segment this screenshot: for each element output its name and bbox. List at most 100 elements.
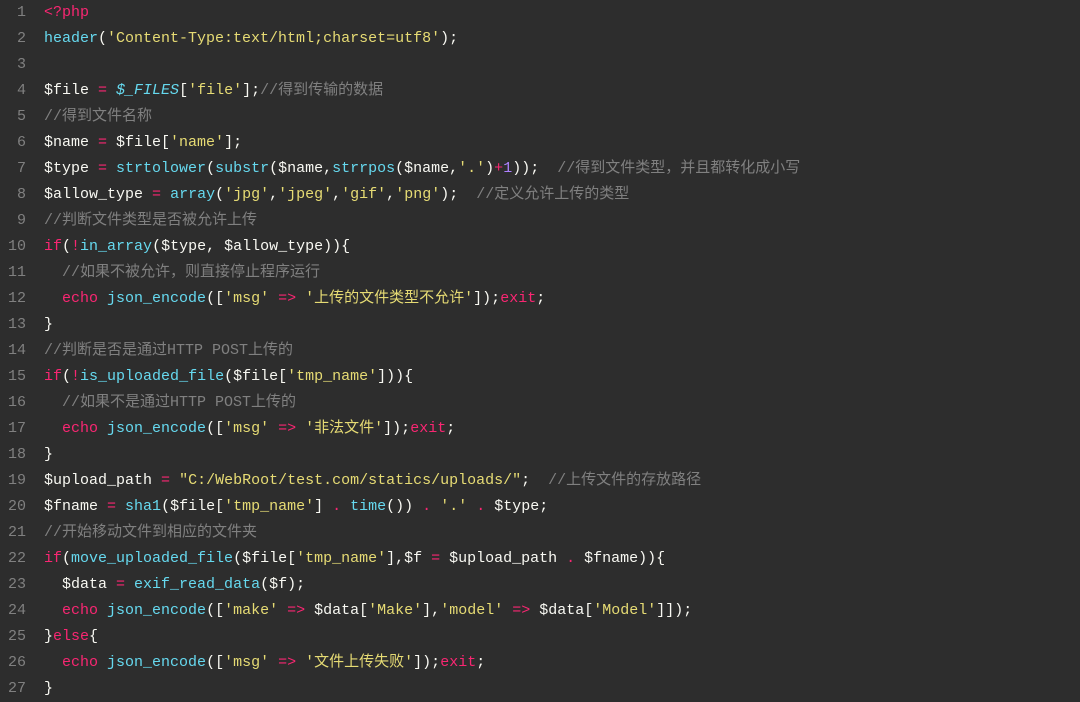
token-var <box>107 82 116 99</box>
token-var <box>44 654 62 671</box>
token-cmt: //定义允许上传的类型 <box>476 186 629 203</box>
code-line[interactable]: } <box>44 676 1080 702</box>
code-line[interactable]: //判断文件类型是否被允许上传 <box>44 208 1080 234</box>
code-line[interactable]: //如果不被允许，则直接停止程序运行 <box>44 260 1080 286</box>
token-var <box>296 654 305 671</box>
token-var <box>161 186 170 203</box>
token-punc: { <box>89 628 98 645</box>
code-line[interactable]: if(move_uploaded_file($file['tmp_name'],… <box>44 546 1080 572</box>
code-line[interactable]: //得到文件名称 <box>44 104 1080 130</box>
token-var <box>98 602 107 619</box>
token-punc: , <box>386 186 395 203</box>
code-line[interactable]: //如果不是通过HTTP POST上传的 <box>44 390 1080 416</box>
token-var <box>341 498 350 515</box>
line-number: 25 <box>0 624 26 650</box>
token-op: = <box>431 550 440 567</box>
token-str: '文件上传失败' <box>305 654 413 671</box>
token-var <box>44 602 62 619</box>
code-line[interactable]: echo json_encode(['msg' => '上传的文件类型不允许']… <box>44 286 1080 312</box>
token-var <box>44 290 62 307</box>
code-line[interactable]: } <box>44 312 1080 338</box>
code-line[interactable]: if(!in_array($type, $allow_type)){ <box>44 234 1080 260</box>
token-cmt: //判断文件类型是否被允许上传 <box>44 212 257 229</box>
token-str: 'png' <box>395 186 440 203</box>
token-op: = <box>107 498 116 515</box>
token-var: $file <box>44 82 98 99</box>
line-number: 13 <box>0 312 26 338</box>
code-line[interactable]: } <box>44 442 1080 468</box>
token-num: 1 <box>503 160 512 177</box>
code-editor: 1234567891011121314151617181920212223242… <box>0 0 1080 702</box>
line-number: 27 <box>0 676 26 702</box>
code-line[interactable]: echo json_encode(['msg' => '文件上传失败']);ex… <box>44 650 1080 676</box>
token-punc: ($file[ <box>233 550 296 567</box>
token-punc: ); <box>440 30 458 47</box>
token-var: $type; <box>485 498 548 515</box>
token-punc: ( <box>215 186 224 203</box>
token-punc: ( <box>98 30 107 47</box>
token-var: $data[ <box>305 602 368 619</box>
code-line[interactable]: $upload_path = "C:/WebRoot/test.com/stat… <box>44 468 1080 494</box>
token-punc: , <box>269 186 278 203</box>
token-cmt: //得到文件名称 <box>44 108 152 125</box>
code-line[interactable]: echo json_encode(['msg' => '非法文件']);exit… <box>44 416 1080 442</box>
token-punc: ( <box>62 368 71 385</box>
code-line[interactable]: if(!is_uploaded_file($file['tmp_name']))… <box>44 364 1080 390</box>
token-str: 'jpeg' <box>278 186 332 203</box>
token-punc: ( <box>206 160 215 177</box>
token-var: $fname)){ <box>575 550 665 567</box>
token-var: $name <box>44 134 98 151</box>
token-var <box>98 290 107 307</box>
token-op: + <box>494 160 503 177</box>
token-var <box>44 420 62 437</box>
line-number: 3 <box>0 52 26 78</box>
code-line[interactable]: $file = $_FILES['file'];//得到传输的数据 <box>44 78 1080 104</box>
token-op: = <box>161 472 170 489</box>
code-line[interactable]: $fname = sha1($file['tmp_name'] . time()… <box>44 494 1080 520</box>
token-punc: ]; <box>224 134 242 151</box>
token-var: $allow_type <box>44 186 152 203</box>
token-kw: echo <box>62 420 98 437</box>
token-str: 'Content-Type:text/html;charset=utf8' <box>107 30 440 47</box>
token-global: $_FILES <box>116 82 179 99</box>
token-cmt: //如果不是通过HTTP POST上传的 <box>62 394 296 411</box>
code-line[interactable]: //开始移动文件到相应的文件夹 <box>44 520 1080 546</box>
token-kw: if <box>44 550 62 567</box>
code-line[interactable]: header('Content-Type:text/html;charset=u… <box>44 26 1080 52</box>
token-op: = <box>98 160 107 177</box>
code-line[interactable]: $type = strtolower(substr($name,strrpos(… <box>44 156 1080 182</box>
code-line[interactable]: }else{ <box>44 624 1080 650</box>
code-line[interactable]: echo json_encode(['make' => $data['Make'… <box>44 598 1080 624</box>
code-line[interactable]: <?php <box>44 0 1080 26</box>
token-kw: else <box>53 628 89 645</box>
token-punc: ($file[ <box>224 368 287 385</box>
line-number: 17 <box>0 416 26 442</box>
token-str: 'name' <box>170 134 224 151</box>
code-line[interactable] <box>44 52 1080 78</box>
token-punc: } <box>44 680 53 697</box>
line-number: 9 <box>0 208 26 234</box>
line-number: 26 <box>0 650 26 676</box>
token-punc: )); <box>512 160 557 177</box>
token-func: move_uploaded_file <box>71 550 233 567</box>
token-cmt: //得到传输的数据 <box>260 82 383 99</box>
line-number: 4 <box>0 78 26 104</box>
code-area[interactable]: <?phpheader('Content-Type:text/html;char… <box>36 0 1080 702</box>
token-str: 'msg' <box>224 654 269 671</box>
token-punc: [ <box>179 82 188 99</box>
token-var <box>296 290 305 307</box>
token-punc: ; <box>476 654 485 671</box>
token-punc: ([ <box>206 654 224 671</box>
token-str: '.' <box>440 498 467 515</box>
code-line[interactable]: //判断是否是通过HTTP POST上传的 <box>44 338 1080 364</box>
token-var <box>125 576 134 593</box>
token-var <box>269 290 278 307</box>
token-cmt: //开始移动文件到相应的文件夹 <box>44 524 257 541</box>
code-line[interactable]: $allow_type = array('jpg','jpeg','gif','… <box>44 182 1080 208</box>
code-line[interactable]: $data = exif_read_data($f); <box>44 572 1080 598</box>
token-var <box>269 420 278 437</box>
token-punc: ]); <box>383 420 410 437</box>
line-number: 2 <box>0 26 26 52</box>
token-op: => <box>287 602 305 619</box>
code-line[interactable]: $name = $file['name']; <box>44 130 1080 156</box>
